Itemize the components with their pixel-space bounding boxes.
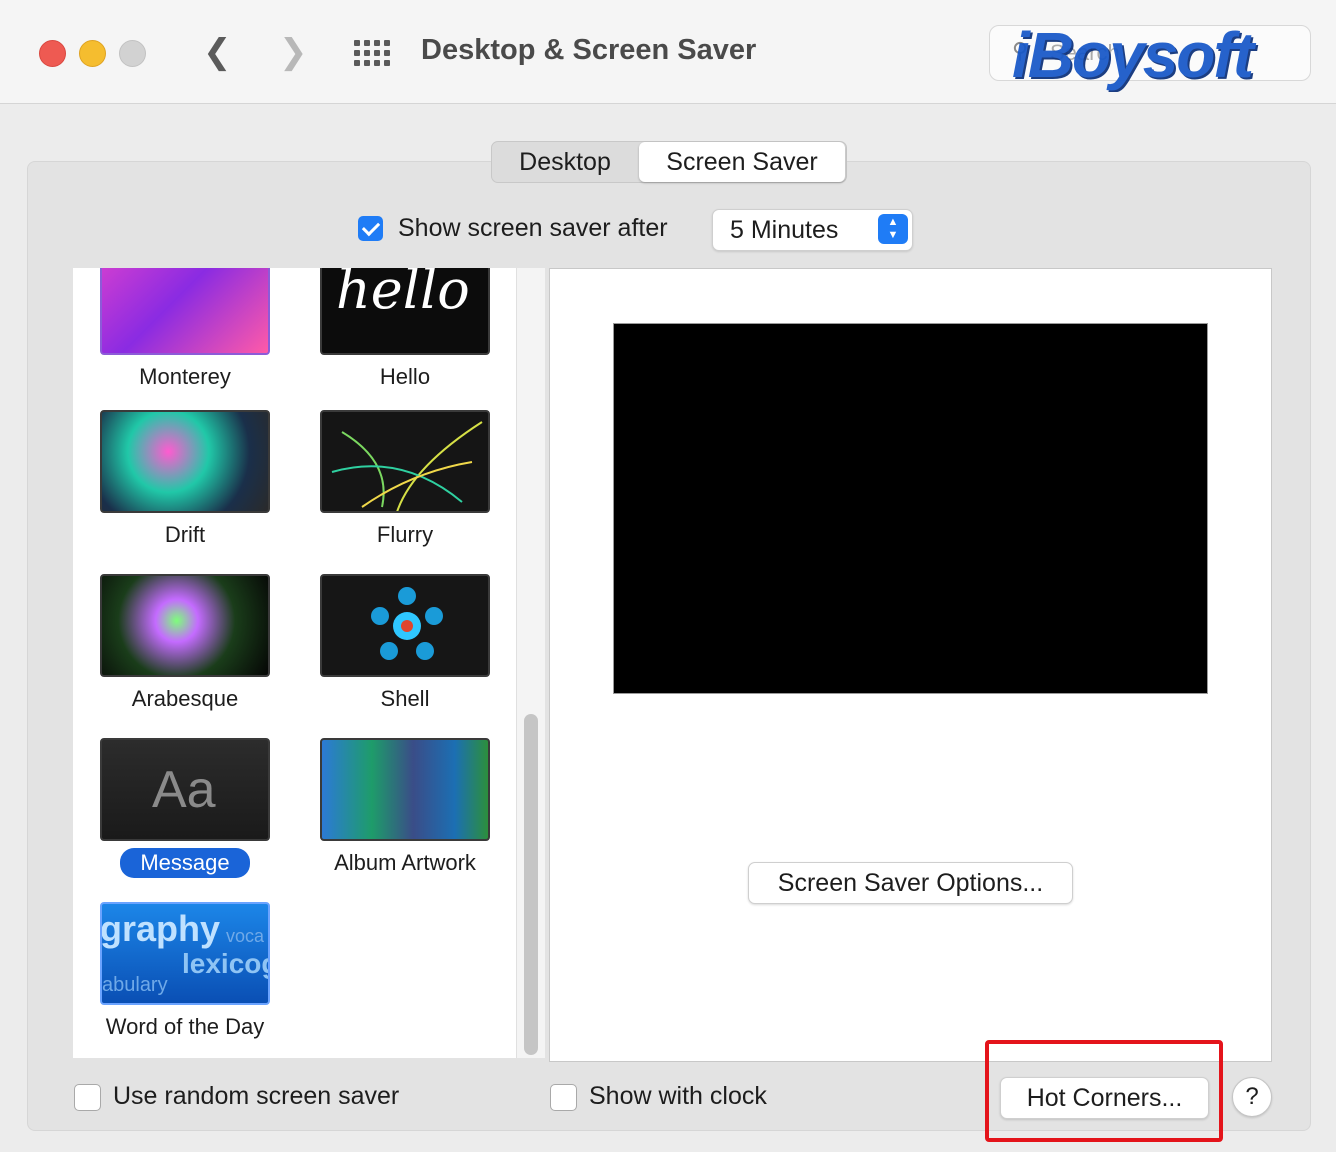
tab-screen-saver[interactable]: Screen Saver	[639, 142, 845, 182]
saver-caption: Hello	[379, 364, 431, 389]
random-saver-checkbox[interactable]	[74, 1084, 101, 1111]
saver-caption: Album Artwork	[334, 850, 476, 875]
show-after-label: Show screen saver after	[398, 214, 668, 242]
screen-saver-list[interactable]: Monterey hello Hello Drift Flurry Arabes…	[73, 268, 516, 1058]
tab-desktop[interactable]: Desktop	[492, 142, 638, 182]
window-title: Desktop & Screen Saver	[421, 34, 757, 66]
system-preferences-window: ❮ ❯ Desktop & Screen Saver ⚲ Search iBoy…	[0, 0, 1336, 1152]
screen-saver-preview	[613, 323, 1208, 694]
random-saver-label: Use random screen saver	[113, 1082, 400, 1110]
show-after-popup[interactable]: 5 Minutes ▲ ▼	[712, 209, 913, 251]
show-clock-checkbox[interactable]	[550, 1084, 577, 1111]
zoom-button[interactable]	[119, 40, 146, 67]
saver-caption-selected: Message	[120, 848, 250, 878]
forward-chevron-icon[interactable]: ❯	[279, 34, 308, 70]
screen-saver-options-button[interactable]: Screen Saver Options...	[748, 862, 1073, 904]
iboysoft-watermark-logo: iBoysoft	[1012, 19, 1254, 91]
shell-flower	[371, 587, 443, 660]
saver-caption: Word of the Day	[105, 1014, 265, 1039]
monterey-thumbnail	[100, 268, 270, 355]
shell-thumbnail	[320, 574, 490, 677]
help-button[interactable]: ?	[1232, 1077, 1272, 1117]
arabesque-thumbnail	[100, 574, 270, 677]
updown-arrows-icon: ▲ ▼	[878, 214, 908, 244]
message-thumb-text: Aa	[152, 761, 216, 819]
show-all-grid-icon[interactable]	[354, 40, 390, 66]
title-bar: ❮ ❯ Desktop & Screen Saver ⚲ Search iBoy…	[0, 0, 1336, 104]
back-chevron-icon[interactable]: ❮	[203, 34, 232, 70]
show-clock-label: Show with clock	[589, 1082, 767, 1110]
word-of-the-day-thumbnail: graphy voca lexicog abulary	[100, 902, 270, 1005]
album-artwork-thumbnail	[320, 738, 490, 841]
saver-caption: Drift	[164, 522, 206, 547]
annotation-highlight-box	[985, 1040, 1223, 1142]
hello-thumb-text: hello	[336, 268, 470, 321]
flurry-thumbnail	[320, 410, 490, 513]
message-thumbnail: Aa	[100, 738, 270, 841]
scrollbar-thumb[interactable]	[524, 714, 538, 1055]
word-thumb-text: graphy	[100, 908, 221, 949]
word-thumb-text: lexicog	[182, 948, 270, 979]
word-thumb-text: voca	[226, 926, 265, 946]
saver-caption: Shell	[380, 686, 430, 711]
show-after-value: 5 Minutes	[730, 216, 839, 244]
tab-segmented-control: Desktop Screen Saver	[491, 141, 847, 183]
flurry-streaks	[331, 421, 483, 511]
close-button[interactable]	[39, 40, 66, 67]
saver-caption: Monterey	[139, 364, 231, 389]
saver-caption: Arabesque	[131, 686, 239, 711]
saver-caption: Flurry	[376, 522, 434, 547]
word-thumb-text: abulary	[102, 974, 168, 996]
drift-thumbnail	[100, 410, 270, 513]
minimize-button[interactable]	[79, 40, 106, 67]
show-after-checkbox[interactable]	[358, 216, 383, 241]
hello-thumbnail: hello	[320, 268, 490, 355]
